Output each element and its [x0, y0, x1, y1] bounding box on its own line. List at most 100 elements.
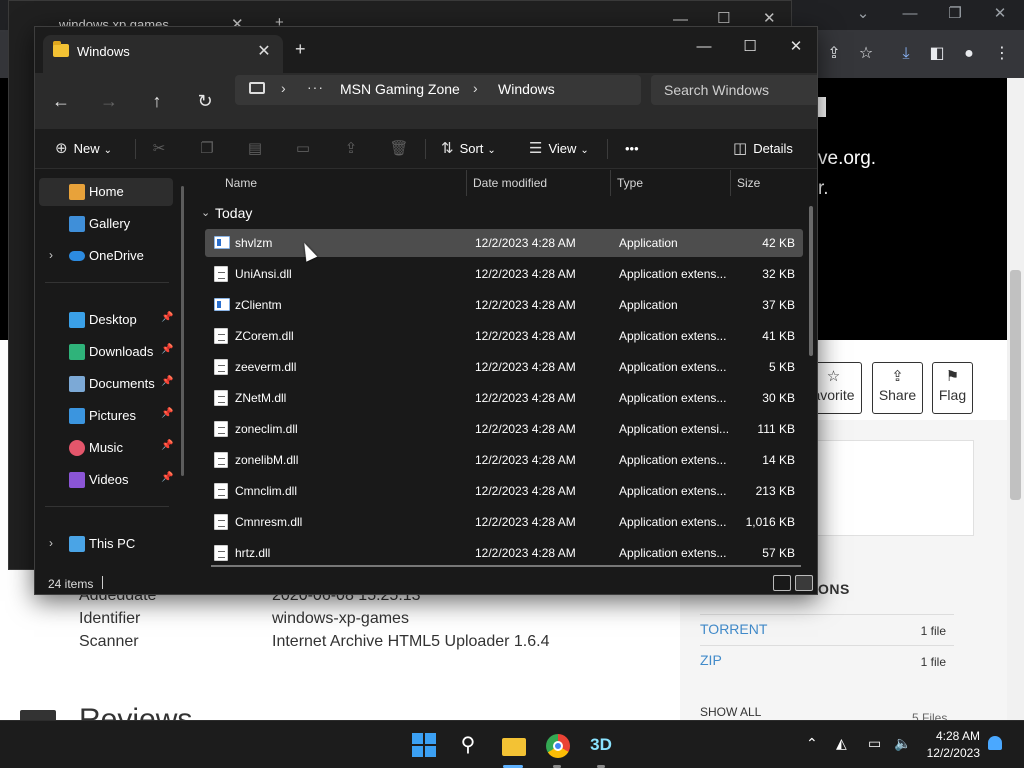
- new-button[interactable]: ⊕ New ⌄: [55, 129, 112, 169]
- column-divider[interactable]: [610, 170, 611, 196]
- sidebar-item-this-pc[interactable]: › This PC: [39, 530, 173, 558]
- share-icon: ⇪: [891, 368, 904, 385]
- details-button[interactable]: ◫ Details: [733, 129, 793, 169]
- up-arrow-icon[interactable]: ↑: [143, 89, 171, 113]
- column-name[interactable]: Name: [225, 176, 257, 190]
- cut-icon[interactable]: ✂: [147, 139, 171, 159]
- chevron-down-icon[interactable]: ⌄: [851, 4, 875, 24]
- file-row[interactable]: zClientm 12/2/2023 4:28 AM Application 37 K…: [205, 291, 803, 319]
- file-row[interactable]: Cmnclim.dll 12/2/2023 4:28 AM Application …: [205, 477, 803, 505]
- nav-scrollbar[interactable]: [181, 186, 184, 476]
- search-icon[interactable]: ⚲: [452, 729, 484, 761]
- details-view-icon[interactable]: [773, 575, 791, 591]
- more-icon[interactable]: ···: [307, 79, 324, 95]
- column-size[interactable]: Size: [737, 176, 760, 190]
- close-tab-icon[interactable]: ✕: [253, 41, 275, 61]
- file-row[interactable]: hrtz.dll 12/2/2023 4:28 AM Application ext…: [205, 539, 803, 567]
- sidebar-item-onedrive[interactable]: › OneDrive: [39, 242, 173, 270]
- sidebar-item-music[interactable]: Music 📌: [39, 434, 173, 462]
- download-icon[interactable]: ⤓: [895, 44, 917, 64]
- share-icon[interactable]: ⇪: [339, 139, 363, 159]
- column-type[interactable]: Type: [617, 176, 643, 190]
- show-all-link[interactable]: SHOW ALL: [700, 705, 761, 719]
- breadcrumb-item[interactable]: Windows: [498, 81, 555, 97]
- maximize-icon[interactable]: ☐: [717, 9, 730, 27]
- chevron-up-icon[interactable]: ⌃: [806, 735, 818, 752]
- menu-icon[interactable]: ⋮: [991, 44, 1013, 64]
- file-row[interactable]: zoneclim.dll 12/2/2023 4:28 AM Application…: [205, 415, 803, 443]
- download-link[interactable]: TORRENT: [700, 621, 767, 637]
- share-icon[interactable]: ⇪: [823, 44, 845, 64]
- sidebar-item-desktop[interactable]: Desktop 📌: [39, 306, 173, 334]
- tiles-view-icon[interactable]: [795, 575, 813, 591]
- view-button[interactable]: ☰ View ⌄: [529, 129, 589, 169]
- sidebar-item-gallery[interactable]: Gallery: [39, 210, 173, 238]
- content-scrollbar[interactable]: [809, 206, 813, 356]
- sidebar-item-home[interactable]: Home: [39, 178, 173, 206]
- sort-button[interactable]: ⇅ Sort ⌄: [441, 129, 496, 169]
- file-row[interactable]: shvlzm 12/2/2023 4:28 AM Application 42 KB: [205, 229, 803, 257]
- breadcrumb-item[interactable]: MSN Gaming Zone: [340, 81, 460, 97]
- flag-button[interactable]: ⚑ Flag: [932, 362, 973, 414]
- page-scroll-thumb[interactable]: [1010, 270, 1021, 500]
- paste-icon[interactable]: ▤: [243, 139, 267, 159]
- close-icon[interactable]: ✕: [763, 9, 776, 27]
- maximize-button[interactable]: ☐: [727, 33, 773, 61]
- search-input[interactable]: Search Windows: [651, 75, 817, 105]
- download-row[interactable]: ZIP 1 file: [700, 645, 954, 675]
- refresh-icon[interactable]: ↻: [191, 89, 219, 113]
- copy-icon[interactable]: ❐: [195, 139, 219, 159]
- column-divider[interactable]: [730, 170, 731, 196]
- file-row[interactable]: ZNetM.dll 12/2/2023 4:28 AM Application ex…: [205, 384, 803, 412]
- forward-arrow-icon[interactable]: →: [95, 89, 123, 113]
- group-header[interactable]: Today: [215, 205, 252, 221]
- plus-icon: ⊕: [55, 140, 68, 157]
- file-row[interactable]: ZCorem.dll 12/2/2023 4:28 AM Application e…: [205, 322, 803, 350]
- chrome-taskbar-button[interactable]: [541, 729, 573, 761]
- file-row[interactable]: UniAnsi.dll 12/2/2023 4:28 AM Application …: [205, 260, 803, 288]
- chevron-right-icon[interactable]: ›: [281, 80, 286, 96]
- file-row[interactable]: zonelibM.dll 12/2/2023 4:28 AM Application…: [205, 446, 803, 474]
- restore-icon[interactable]: ❐: [943, 4, 967, 24]
- sidebar-item-documents[interactable]: Documents 📌: [39, 370, 173, 398]
- close-icon[interactable]: ✕: [988, 4, 1012, 24]
- star-icon[interactable]: ☆: [855, 44, 877, 64]
- address-bar[interactable]: › ··· MSN Gaming Zone › Windows: [235, 75, 641, 105]
- notification-bell-icon[interactable]: [988, 736, 1002, 750]
- file-explorer-taskbar-button[interactable]: [497, 729, 529, 761]
- delete-icon[interactable]: 🗑: [387, 139, 411, 159]
- clock-time[interactable]: 4:28 AM: [928, 729, 980, 743]
- new-tab-icon[interactable]: +: [295, 39, 306, 60]
- file-row[interactable]: Cmnresm.dll 12/2/2023 4:28 AM Application …: [205, 508, 803, 536]
- close-button[interactable]: ✕: [773, 33, 817, 61]
- start-button[interactable]: [408, 729, 440, 761]
- profile-icon[interactable]: ●: [958, 44, 980, 64]
- sidebar-item-videos[interactable]: Videos 📌: [39, 466, 173, 494]
- minimize-icon[interactable]: —: [898, 4, 922, 24]
- sidepanel-icon[interactable]: ◧: [926, 44, 948, 64]
- chevron-right-icon[interactable]: ›: [473, 80, 478, 96]
- sidebar-item-downloads[interactable]: Downloads 📌: [39, 338, 173, 366]
- minimize-button[interactable]: —: [681, 33, 727, 61]
- column-date[interactable]: Date modified: [473, 176, 547, 190]
- volume-muted-icon[interactable]: 🔈: [894, 735, 911, 752]
- clock-date[interactable]: 12/2/2023: [920, 746, 980, 760]
- files-count: 5 Files: [912, 711, 948, 720]
- download-link[interactable]: ZIP: [700, 652, 722, 668]
- download-row[interactable]: TORRENT 1 file: [700, 614, 954, 644]
- share-button[interactable]: ⇪ Share: [872, 362, 923, 414]
- back-arrow-icon[interactable]: ←: [47, 89, 75, 113]
- sidebar-item-pictures[interactable]: Pictures 📌: [39, 402, 173, 430]
- more-options-button[interactable]: •••: [625, 129, 639, 169]
- explorer-tab[interactable]: Windows ✕: [43, 35, 283, 73]
- rename-icon[interactable]: ▭: [291, 139, 315, 159]
- horizontal-scrollbar[interactable]: [211, 565, 801, 567]
- display-icon[interactable]: ▭: [868, 735, 881, 752]
- chevron-right-icon[interactable]: ›: [49, 536, 53, 550]
- game-taskbar-button[interactable]: 3D: [585, 729, 617, 761]
- chevron-right-icon[interactable]: ›: [49, 248, 53, 262]
- file-row[interactable]: zeeverm.dll 12/2/2023 4:28 AM Application …: [205, 353, 803, 381]
- chevron-down-icon[interactable]: ⌄: [201, 206, 210, 219]
- column-divider[interactable]: [466, 170, 467, 196]
- network-icon[interactable]: ◭: [836, 735, 847, 752]
